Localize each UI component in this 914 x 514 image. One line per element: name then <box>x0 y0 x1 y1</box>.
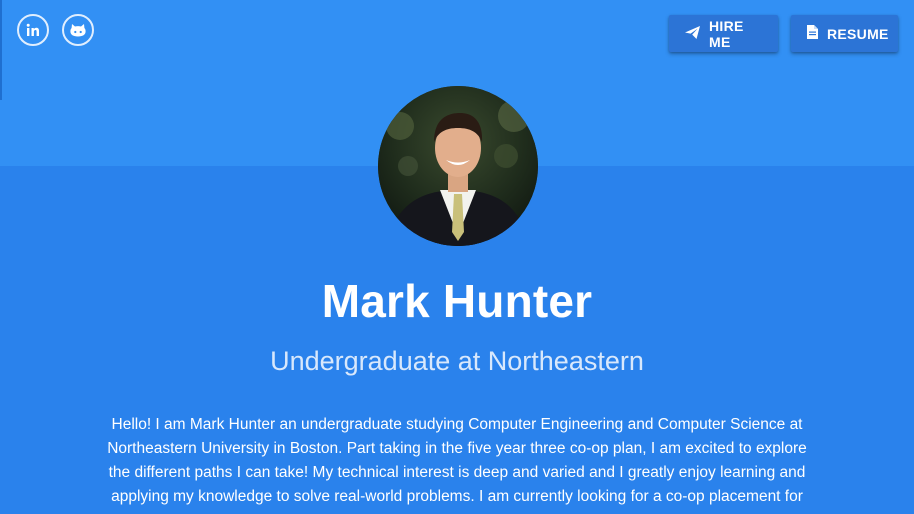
hire-me-button[interactable]: HIRE ME <box>669 15 778 52</box>
github-link[interactable] <box>62 14 94 46</box>
header-actions: HIRE ME RESUME <box>669 15 898 52</box>
resume-button[interactable]: RESUME <box>791 15 898 52</box>
profile-photo <box>378 86 538 246</box>
send-icon <box>685 25 700 42</box>
profile-tagline: Undergraduate at Northeastern <box>270 346 644 376</box>
profile-bio: Hello! I am Mark Hunter an undergraduate… <box>107 416 807 505</box>
linkedin-icon <box>25 22 41 38</box>
resume-label: RESUME <box>827 25 889 42</box>
left-edge-divider <box>0 0 2 100</box>
linkedin-link[interactable] <box>17 14 49 46</box>
profile-name: Mark Hunter <box>321 275 593 327</box>
document-icon <box>807 25 818 42</box>
github-icon <box>69 22 87 38</box>
hire-me-label: HIRE ME <box>709 17 744 50</box>
social-links <box>17 14 94 46</box>
